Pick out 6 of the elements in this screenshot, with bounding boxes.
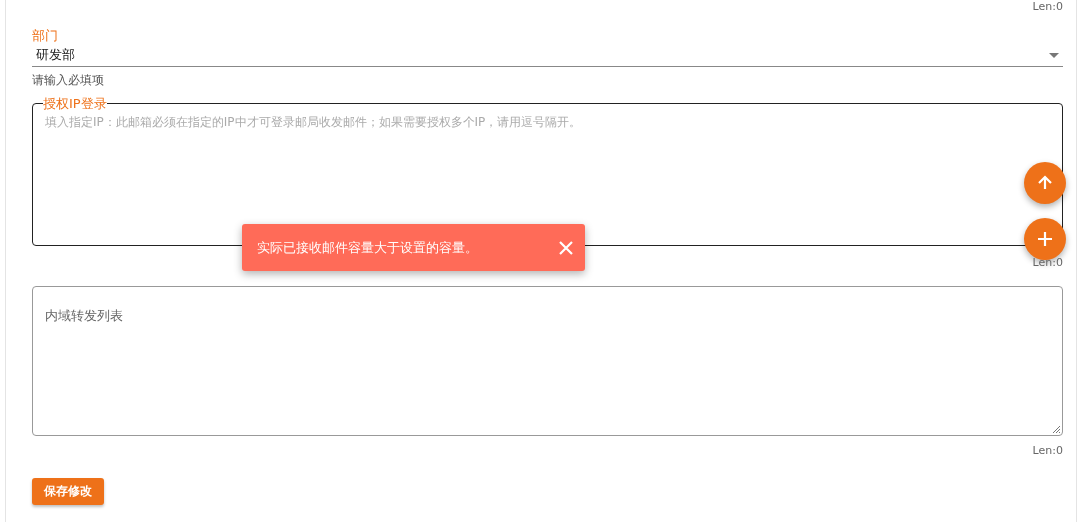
character-counter: Len:0 [1032,444,1063,457]
character-counter: Len:0 [1032,256,1063,269]
error-toast: 实际已接收邮件容量大于设置的容量。 [242,224,585,271]
field-label: 部门 [32,28,59,44]
character-counter: Len:0 [1032,0,1063,13]
helper-text: 请输入必填项 [32,73,105,87]
